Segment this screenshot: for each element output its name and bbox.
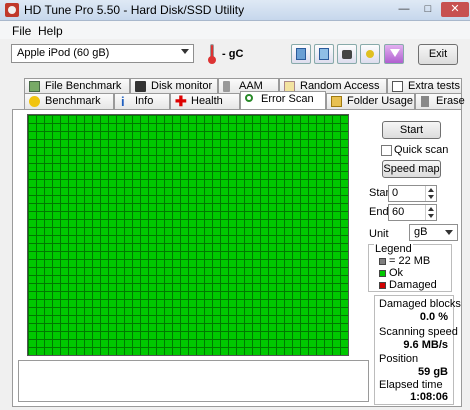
speaker-icon xyxy=(223,81,230,92)
copy-text-icon xyxy=(319,48,329,60)
menu-file[interactable]: File xyxy=(12,24,31,38)
extra-tests-icon xyxy=(392,81,403,92)
scan-statistics: Damaged blocks 0.0 % Scanning speed 9.6 … xyxy=(374,295,461,405)
legend-title: Legend xyxy=(374,243,413,255)
maximize-button[interactable]: □ xyxy=(417,2,439,17)
benchmark-icon xyxy=(29,96,40,107)
window-title: HD Tune Pro 5.50 - Hard Disk/SSD Utility xyxy=(24,3,245,17)
legend-damaged: Damaged xyxy=(389,279,437,291)
tab-erase[interactable]: Erase xyxy=(415,93,465,109)
start-scan-button[interactable]: Start xyxy=(382,121,441,139)
magnifier-icon xyxy=(245,94,253,102)
scanning-speed-label: Scanning speed xyxy=(379,326,458,338)
chevron-down-icon xyxy=(445,230,453,235)
end-position-input[interactable]: 60 xyxy=(388,204,437,221)
tab-label: Folder Usage xyxy=(347,95,414,107)
scanning-speed-value: 9.6 MB/s xyxy=(403,339,448,351)
menu-bar: File Help xyxy=(0,21,470,39)
tab-label: Extra tests xyxy=(408,80,460,92)
tab-label: Disk monitor xyxy=(151,80,213,92)
legend-swatch-damaged xyxy=(379,282,386,289)
legend-block-size: = 22 MB xyxy=(389,255,431,267)
app-icon xyxy=(5,3,19,17)
temperature-unit: gC xyxy=(228,48,244,60)
save-button[interactable] xyxy=(384,44,404,64)
tab-health[interactable]: ✚ Health xyxy=(170,93,240,109)
tab-label: File Benchmark xyxy=(45,80,122,92)
toolbar: Apple iPod (60 gB) - gC Exit xyxy=(0,40,470,70)
end-position-value: 60 xyxy=(392,206,405,218)
scan-block-grid xyxy=(28,115,348,355)
copy-text-button[interactable] xyxy=(314,44,334,64)
folder-icon xyxy=(331,96,342,107)
unit-label: Unit xyxy=(369,228,389,240)
unit-select-value: gB xyxy=(414,226,428,238)
close-button[interactable]: ✕ xyxy=(441,2,469,17)
start-position-value: 0 xyxy=(392,187,399,199)
tab-error-scan[interactable]: Error Scan xyxy=(240,91,326,109)
thermometer-icon xyxy=(206,43,218,65)
title-bar: HD Tune Pro 5.50 - Hard Disk/SSD Utility… xyxy=(0,0,470,21)
file-benchmark-icon xyxy=(29,81,40,92)
tab-label: Health xyxy=(191,95,223,107)
temperature-value: - xyxy=(222,48,229,60)
legend-box: Legend = 22 MB Ok Damaged xyxy=(368,243,452,292)
start-position-input[interactable]: 0 xyxy=(388,185,437,202)
elapsed-time-label: Elapsed time xyxy=(379,379,443,391)
tab-extra-tests[interactable]: Extra tests xyxy=(387,78,462,94)
drive-select-value: Apple iPod (60 gB) xyxy=(17,47,110,59)
legend-swatch-block-size xyxy=(379,258,386,265)
trash-icon xyxy=(421,96,429,107)
info-icon: i xyxy=(121,94,125,109)
spinner-arrows-icon[interactable] xyxy=(425,205,436,220)
tab-row-lower: Benchmark i Info ✚ Health Error Scan Fol… xyxy=(12,91,465,109)
position-label: Position xyxy=(379,353,419,365)
legend-ok: Ok xyxy=(389,267,404,279)
damaged-blocks-value: 0.0 % xyxy=(419,311,448,323)
speed-map-button[interactable]: Speed map xyxy=(382,160,441,178)
disk-monitor-icon xyxy=(135,81,146,92)
tab-file-benchmark[interactable]: File Benchmark xyxy=(24,78,130,94)
damaged-blocks-label: Damaged blocks xyxy=(379,298,461,310)
temperature-readout: - gC xyxy=(222,48,243,60)
options-key-icon xyxy=(366,50,374,58)
quick-scan-checkbox[interactable] xyxy=(381,145,392,156)
elapsed-time-value: 1:08:06 xyxy=(410,391,448,403)
options-button[interactable] xyxy=(360,44,380,64)
drive-select[interactable]: Apple iPod (60 gB) xyxy=(11,44,194,63)
chevron-down-icon xyxy=(181,49,189,54)
tab-benchmark[interactable]: Benchmark xyxy=(24,93,114,109)
copy-info-icon xyxy=(296,48,306,60)
tab-row-upper: File Benchmark Disk monitor AAM Random A… xyxy=(12,78,462,94)
exit-button[interactable]: Exit xyxy=(418,44,458,65)
screenshot-button[interactable] xyxy=(337,44,357,64)
end-position-label: End xyxy=(369,206,389,218)
copy-info-button[interactable] xyxy=(291,44,311,64)
tab-label: Erase xyxy=(436,95,465,107)
position-value: 59 gB xyxy=(418,366,448,378)
tab-label: Error Scan xyxy=(261,93,314,105)
scan-block-map xyxy=(27,114,349,356)
tab-folder-usage[interactable]: Folder Usage xyxy=(326,93,415,109)
unit-select[interactable]: gB xyxy=(409,224,458,241)
menu-help[interactable]: Help xyxy=(38,24,63,38)
tab-info[interactable]: i Info xyxy=(114,93,170,109)
tab-label: Benchmark xyxy=(45,95,101,107)
screenshot-camera-icon xyxy=(342,50,352,59)
legend-swatch-ok xyxy=(379,270,386,277)
tab-label: Info xyxy=(135,95,154,107)
health-cross-icon: ✚ xyxy=(175,93,187,109)
quick-scan-label: Quick scan xyxy=(394,144,449,156)
scan-log xyxy=(18,360,369,402)
minimize-button[interactable]: — xyxy=(393,2,415,17)
save-download-icon xyxy=(390,49,400,57)
spinner-arrows-icon[interactable] xyxy=(425,186,436,201)
tab-disk-monitor[interactable]: Disk monitor xyxy=(130,78,218,94)
